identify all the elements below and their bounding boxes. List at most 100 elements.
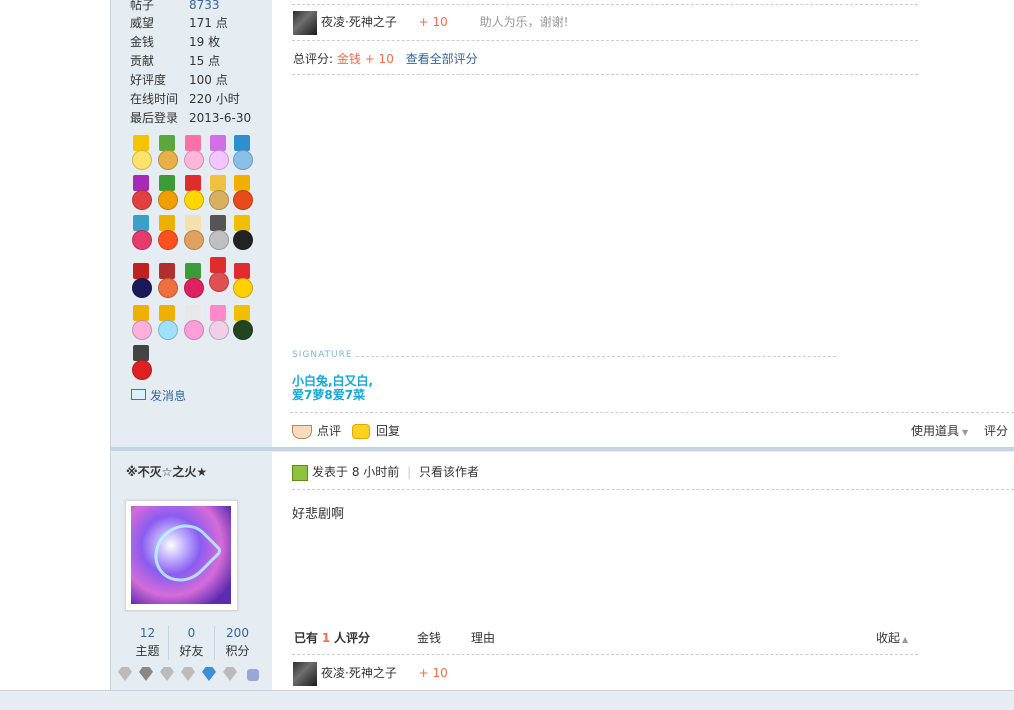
stat-label: 最后登录 bbox=[130, 111, 179, 125]
column-money: 金钱 bbox=[417, 631, 442, 645]
medal-icon[interactable] bbox=[130, 135, 152, 170]
badge-list bbox=[118, 667, 268, 685]
rating-reason: 助人为乐，谢谢! bbox=[479, 15, 569, 29]
reply-label: 回复 bbox=[376, 424, 401, 438]
help-icon[interactable] bbox=[247, 669, 259, 681]
diamond-icon[interactable] bbox=[139, 667, 153, 681]
stat-value: 2013-6-30 bbox=[189, 111, 252, 125]
stat-label: 在线时间 bbox=[130, 92, 179, 106]
medal-icon[interactable] bbox=[231, 305, 253, 340]
diamond-icon[interactable] bbox=[118, 667, 132, 681]
stat-row-contribution: 贡献 15 点 bbox=[130, 52, 220, 70]
rater-name[interactable]: 夜凌·死神之子 bbox=[321, 666, 397, 680]
stat-threads[interactable]: 12 主题 bbox=[125, 624, 170, 660]
medal-icon[interactable] bbox=[231, 215, 253, 250]
comment-icon bbox=[292, 424, 312, 439]
medal-icon[interactable] bbox=[130, 305, 152, 340]
medal-icon[interactable] bbox=[156, 305, 178, 340]
stat-label: 主题 bbox=[135, 644, 160, 658]
avatar-image bbox=[131, 506, 231, 604]
medal-icon[interactable] bbox=[207, 257, 229, 292]
medal-icon[interactable] bbox=[207, 215, 229, 250]
diamond-icon[interactable] bbox=[223, 667, 237, 681]
collapse-button[interactable]: 收起 ▲ bbox=[876, 629, 908, 649]
stat-row-prestige: 威望 171 点 bbox=[130, 14, 228, 32]
chevron-up-icon: ▲ bbox=[902, 635, 909, 644]
post-content-area bbox=[272, 0, 1014, 690]
divider bbox=[292, 489, 1014, 490]
comment-button[interactable]: 点评 bbox=[292, 423, 341, 439]
medal-icon[interactable] bbox=[130, 175, 152, 210]
use-tool-menu[interactable]: 使用道具 ▼ bbox=[911, 423, 968, 439]
signature-label: SIGNATURE bbox=[292, 350, 353, 360]
only-author-link[interactable]: 只看该作者 bbox=[419, 465, 479, 479]
medal-icon[interactable] bbox=[231, 135, 253, 170]
signature-line: 爱7萝8爱7菜 bbox=[292, 388, 366, 402]
stat-friends[interactable]: 0 好友 bbox=[169, 624, 214, 660]
diamond-icon[interactable] bbox=[181, 667, 195, 681]
medal-icon[interactable] bbox=[231, 263, 253, 298]
rate-button[interactable]: 评分 bbox=[984, 423, 1008, 439]
medal-icon[interactable] bbox=[156, 135, 178, 170]
medal-icon[interactable] bbox=[207, 175, 229, 210]
stat-value: 171 点 bbox=[189, 16, 228, 30]
medal-icon[interactable] bbox=[182, 175, 204, 210]
stat-label: 好评度 bbox=[130, 73, 167, 87]
medal-icon[interactable] bbox=[156, 175, 178, 210]
medal-icon[interactable] bbox=[156, 263, 178, 298]
send-message-link[interactable]: 发消息 bbox=[131, 388, 186, 404]
posted-time: 8 小时前 bbox=[351, 465, 400, 479]
divider bbox=[292, 74, 918, 75]
stat-value[interactable]: 8733 bbox=[189, 0, 220, 12]
stat-row-last-login: 最后登录 2013-6-30 bbox=[130, 109, 251, 127]
rater-avatar[interactable] bbox=[293, 661, 317, 686]
medal-icon[interactable] bbox=[182, 263, 204, 298]
signature-divider bbox=[356, 356, 836, 357]
stat-row-online-time: 在线时间 220 小时 bbox=[130, 90, 240, 108]
chevron-down-icon: ▼ bbox=[962, 428, 969, 437]
divider bbox=[292, 40, 918, 41]
view-all-ratings-link[interactable]: 查看全部评分 bbox=[406, 52, 478, 66]
medal-icon[interactable] bbox=[130, 263, 152, 298]
post-action-bar: 点评 回复 使用道具 ▼ 评分 bbox=[290, 412, 1014, 449]
stat-value: 100 点 bbox=[189, 73, 228, 87]
avatar[interactable] bbox=[125, 500, 238, 611]
envelope-icon bbox=[131, 389, 146, 400]
send-message-label: 发消息 bbox=[150, 389, 187, 403]
rating-score: + 10 bbox=[418, 666, 448, 680]
diamond-icon[interactable] bbox=[160, 667, 174, 681]
posted-label: 发表于 bbox=[312, 465, 349, 479]
stat-label: 贡献 bbox=[130, 54, 155, 68]
rating-count-prefix: 已有 bbox=[294, 631, 319, 645]
stat-points[interactable]: 200 积分 bbox=[215, 624, 260, 660]
post-body: 好悲剧啊 bbox=[292, 507, 345, 522]
medal-icon[interactable] bbox=[182, 215, 204, 250]
medal-icon[interactable] bbox=[130, 215, 152, 250]
signature-line: 小白兔,白又白, bbox=[292, 374, 374, 388]
stat-value: 12 bbox=[139, 626, 156, 640]
stat-row-money: 金钱 19 枚 bbox=[130, 33, 220, 51]
medal-icon[interactable] bbox=[207, 135, 229, 170]
stat-label: 好友 bbox=[179, 644, 204, 658]
reply-button[interactable]: 回复 bbox=[352, 423, 400, 439]
stat-label: 积分 bbox=[225, 644, 250, 658]
rater-avatar[interactable] bbox=[293, 10, 317, 35]
rater-name[interactable]: 夜凌·死神之子 bbox=[321, 15, 397, 29]
stat-value: 19 枚 bbox=[189, 35, 221, 49]
medal-icon[interactable] bbox=[182, 135, 204, 170]
page-margin bbox=[0, 0, 110, 709]
stat-label: 金钱 bbox=[130, 35, 155, 49]
stat-label: 帖子 bbox=[130, 0, 155, 12]
use-tool-label: 使用道具 bbox=[911, 424, 960, 438]
comment-label: 点评 bbox=[317, 424, 342, 438]
reply-icon bbox=[352, 424, 370, 439]
diamond-icon[interactable] bbox=[202, 667, 216, 681]
medal-icon[interactable] bbox=[130, 345, 152, 380]
medal-icon[interactable] bbox=[231, 175, 253, 210]
medal-icon[interactable] bbox=[207, 305, 229, 340]
author-name[interactable]: ※不灭☆之火★ bbox=[126, 463, 207, 480]
author-online-icon bbox=[292, 464, 308, 481]
post-meta: 发表于 8 小时前 | 只看该作者 bbox=[292, 463, 479, 481]
medal-icon[interactable] bbox=[156, 215, 178, 250]
medal-icon[interactable] bbox=[182, 305, 204, 340]
